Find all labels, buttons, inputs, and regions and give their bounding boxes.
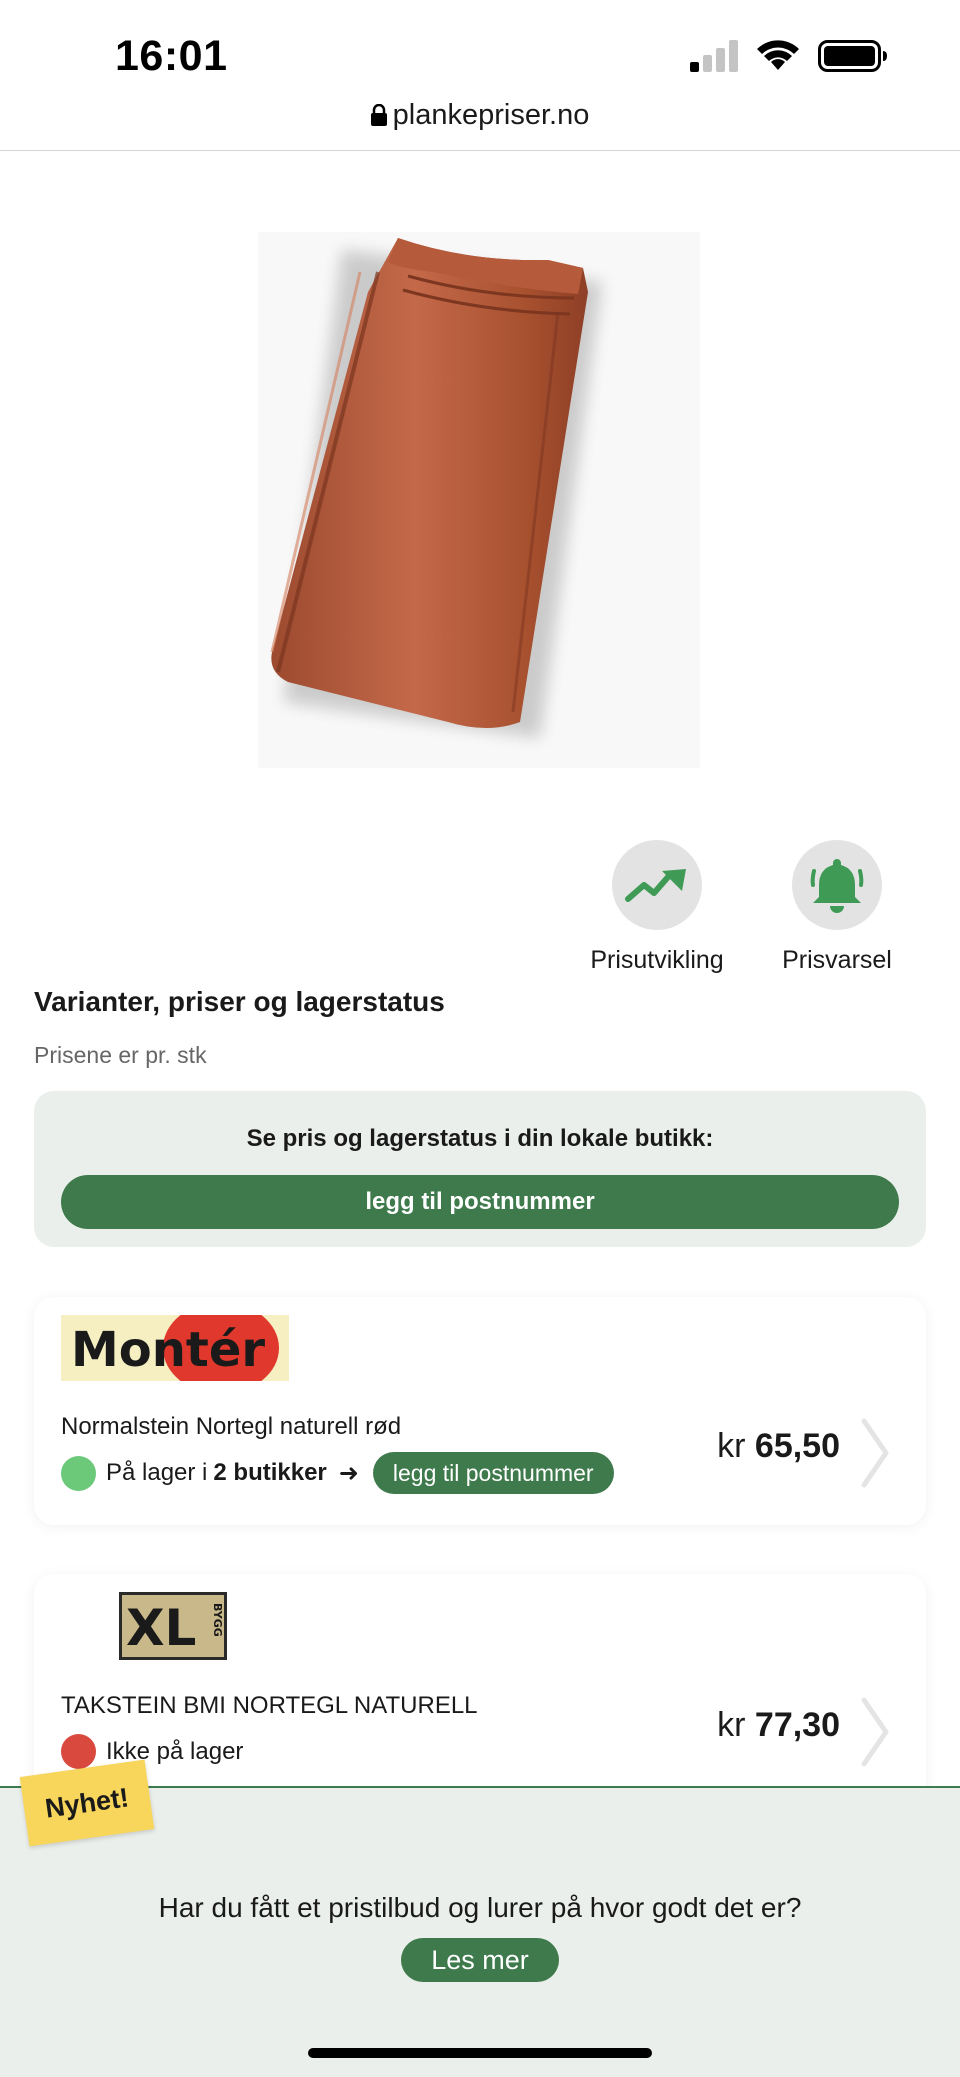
monter-logo: Montér <box>61 1315 289 1381</box>
local-store-panel: Se pris og lagerstatus i din lokale buti… <box>34 1091 926 1247</box>
battery-icon <box>818 40 887 72</box>
section-subtitle: Prisene er pr. stk <box>34 1042 207 1068</box>
chevron-right-icon[interactable] <box>860 1417 890 1489</box>
arrow-right-icon: ➜ <box>338 1459 359 1487</box>
price-currency: kr <box>717 1427 746 1465</box>
local-store-prompt: Se pris og lagerstatus i din lokale buti… <box>246 1125 714 1152</box>
price-value: 65,50 <box>754 1427 840 1465</box>
xl-logo-subtext: BYGG <box>211 1603 224 1637</box>
store-card-monter[interactable]: Montér Normalstein Nortegl naturell rød … <box>34 1297 926 1525</box>
store-product-name: Normalstein Nortegl naturell rød <box>61 1413 402 1440</box>
price-history-circle <box>612 840 702 930</box>
in-stock-indicator <box>61 1455 96 1491</box>
price-history-button[interactable]: Prisutvikling <box>567 840 747 975</box>
divider <box>0 150 960 151</box>
xl-logo-text: XL <box>126 1599 196 1657</box>
price-alert-button[interactable]: Prisvarsel <box>747 840 927 975</box>
price: kr 65,50 <box>717 1427 840 1466</box>
home-indicator[interactable] <box>308 2048 652 2058</box>
out-of-stock-indicator <box>61 1734 96 1769</box>
cellular-signal-icon <box>690 40 738 72</box>
xl-bygg-logo: XL BYGG <box>119 1592 227 1660</box>
status-time: 16:01 <box>115 32 228 80</box>
monter-logo-text: Montér <box>71 1322 265 1378</box>
stock-prefix: På lager i <box>106 1459 208 1486</box>
stock-status: På lager i 2 butikker ➜ legg til postnum… <box>61 1452 614 1494</box>
lock-icon <box>370 104 387 127</box>
add-postcode-pill[interactable]: legg til postnummer <box>372 1452 614 1494</box>
read-more-button[interactable]: Les mer <box>401 1938 559 1982</box>
price: kr 77,30 <box>717 1706 840 1745</box>
wifi-icon <box>757 40 799 70</box>
status-bar: 16:01 <box>0 0 960 104</box>
price-alert-circle <box>792 840 882 930</box>
price-history-label: Prisutvikling <box>590 946 724 974</box>
trend-up-icon <box>625 869 686 902</box>
stock-count[interactable]: 2 butikker <box>213 1459 326 1487</box>
promo-question: Har du fått et pristilbud og lurer på hv… <box>158 1892 802 1923</box>
chevron-right-icon[interactable] <box>860 1696 890 1768</box>
address-bar[interactable]: plankepriser.no <box>0 98 960 150</box>
price-value: 77,30 <box>754 1706 840 1744</box>
url-text: plankepriser.no <box>392 98 590 131</box>
price-alert-label: Prisvarsel <box>782 946 892 974</box>
stock-status: Ikke på lager <box>61 1734 243 1769</box>
store-product-name: TAKSTEIN BMI NORTEGL NATURELL <box>61 1692 478 1719</box>
bell-icon <box>810 859 864 913</box>
price-currency: kr <box>717 1706 746 1744</box>
section-title: Varianter, priser og lagerstatus <box>34 986 445 1017</box>
add-postcode-button[interactable]: legg til postnummer <box>61 1175 899 1229</box>
roof-tile-illustration <box>270 238 602 738</box>
product-image[interactable] <box>258 232 700 768</box>
